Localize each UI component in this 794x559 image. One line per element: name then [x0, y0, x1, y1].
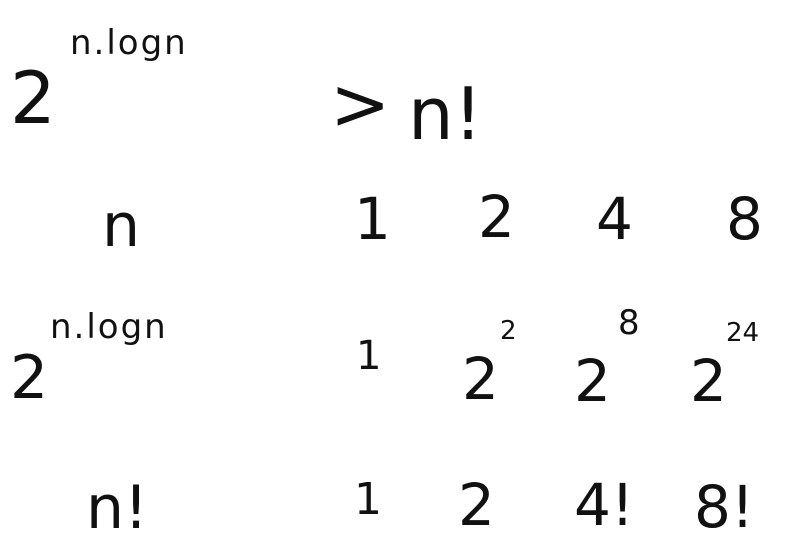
row-fact-cell-2: 2 [458, 471, 495, 539]
row-n-cell-4: 4 [596, 185, 633, 253]
row-pow-cell-4-exponent: 8 [618, 303, 642, 343]
inequality-base: 2 [10, 56, 56, 140]
row-fact-cell-4: 4! [574, 471, 635, 539]
row-pow-cell-2-base: 2 [462, 345, 499, 413]
row-fact-cell-1: 1 [354, 474, 382, 525]
row-pow-label-exponent: n.logn [50, 307, 168, 347]
row-n-cell-1: 1 [354, 185, 391, 253]
row-fact-label: n! [86, 473, 149, 543]
row-pow-cell-1: 1 [356, 333, 382, 379]
row-pow-cell-2-exponent: 2 [500, 316, 517, 346]
inequality-rhs: n! [408, 72, 483, 156]
row-n-label: n [102, 191, 141, 261]
row-n-cell-2: 2 [478, 183, 515, 251]
row-pow-cell-8-exponent: 24 [726, 318, 760, 348]
row-pow-cell-8-base: 2 [690, 347, 727, 415]
inequality-relation: > [330, 62, 391, 146]
row-n-cell-8: 8 [726, 185, 763, 253]
row-pow-label-base: 2 [10, 343, 49, 413]
inequality-exponent: n.logn [70, 23, 188, 63]
row-pow-cell-4-base: 2 [574, 347, 611, 415]
row-fact-cell-8: 8! [694, 473, 755, 541]
